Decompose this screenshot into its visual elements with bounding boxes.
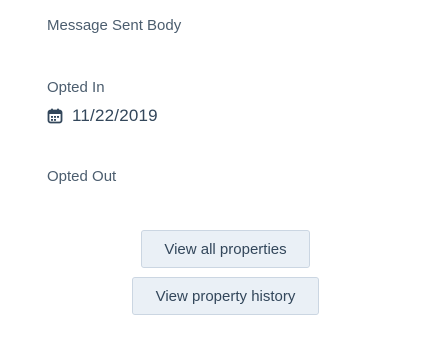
calendar-icon xyxy=(47,108,63,124)
opted-out-label: Opted Out xyxy=(47,168,117,185)
opted-in-label: Opted In xyxy=(47,79,105,96)
opted-in-date-value: 11/22/2019 xyxy=(72,106,158,125)
opted-in-value-row[interactable]: 11/22/2019 xyxy=(47,104,158,128)
view-property-history-button[interactable]: View property history xyxy=(132,277,319,315)
view-all-properties-button[interactable]: View all properties xyxy=(141,230,310,268)
properties-panel: Message Sent Body Opted In 11/22/2019 Op… xyxy=(0,0,428,347)
message-sent-body-label: Message Sent Body xyxy=(47,17,182,34)
